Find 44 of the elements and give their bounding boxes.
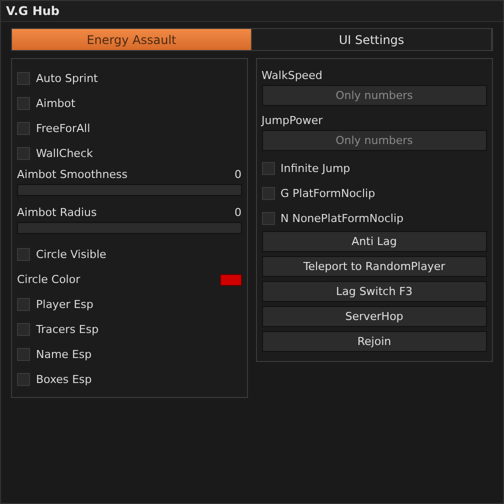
checkbox[interactable] (17, 298, 30, 311)
option-label: WallCheck (36, 147, 93, 160)
checkbox[interactable] (17, 248, 30, 261)
option-label: Circle Visible (36, 248, 106, 261)
window-title: V.G Hub (1, 1, 503, 22)
action-button[interactable]: Teleport to RandomPlayer (262, 256, 487, 277)
option-label: Aimbot (36, 97, 76, 110)
field-label: WalkSpeed (262, 68, 324, 84)
checkbox[interactable] (262, 162, 274, 175)
action-button[interactable]: Anti Lag (262, 231, 487, 252)
checkbox[interactable] (262, 212, 274, 225)
input-field[interactable]: Only numbers (262, 130, 487, 151)
option-label: Tracers Esp (36, 323, 99, 336)
action-button[interactable]: Lag Switch F3 (262, 281, 487, 302)
option-label: Player Esp (36, 298, 94, 311)
action-button[interactable]: ServerHop (262, 306, 487, 327)
option-label: Infinite Jump (280, 162, 350, 175)
checkbox[interactable] (17, 97, 30, 110)
option-label: Circle Color (17, 273, 80, 286)
checkbox[interactable] (17, 348, 30, 361)
checkbox[interactable] (17, 323, 30, 336)
option-label: G PlatFormNoclip (280, 187, 376, 200)
tab[interactable]: Energy Assault (12, 29, 252, 50)
tab[interactable]: UI Settings (252, 29, 492, 50)
slider-track[interactable] (17, 184, 242, 196)
slider-value: 0 (234, 168, 242, 180)
option-label: N NonePlatFormNoclip (280, 212, 404, 225)
slider-track[interactable] (17, 222, 242, 234)
input-field[interactable]: Only numbers (262, 85, 487, 106)
checkbox[interactable] (17, 373, 30, 386)
checkbox[interactable] (17, 147, 30, 160)
action-button[interactable]: Rejoin (262, 331, 487, 352)
color-swatch[interactable] (220, 274, 242, 286)
checkbox[interactable] (17, 122, 30, 135)
field-label: JumpPower (262, 113, 324, 129)
slider-label: Aimbot Radius (17, 206, 97, 218)
option-label: FreeForAll (36, 122, 90, 135)
option-label: Auto Sprint (36, 72, 98, 85)
option-label: Name Esp (36, 348, 92, 361)
slider-value: 0 (234, 206, 242, 218)
option-label: Boxes Esp (36, 373, 92, 386)
checkbox[interactable] (262, 187, 274, 200)
slider-label: Aimbot Smoothness (17, 168, 128, 180)
checkbox[interactable] (17, 72, 30, 85)
